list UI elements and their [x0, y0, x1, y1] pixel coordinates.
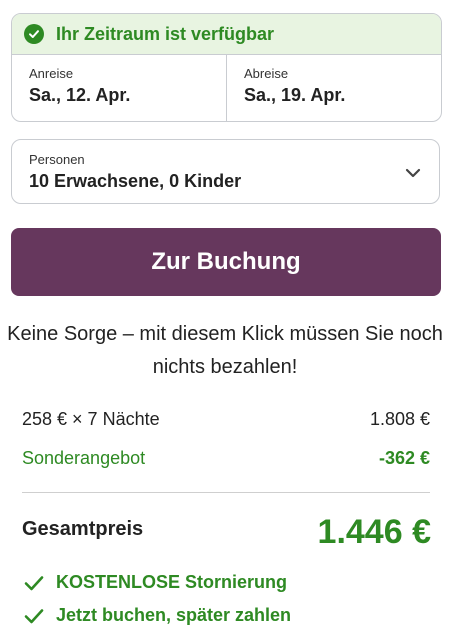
- benefit-free-cancellation: KOSTENLOSE Stornierung: [24, 572, 287, 593]
- benefit-text: Jetzt buchen, später zahlen: [56, 605, 292, 625]
- persons-value: 10 Erwachsene, 0 Kinder: [29, 171, 242, 191]
- booking-button[interactable]: Zur Buchung: [11, 228, 441, 296]
- availability-text: Ihr Zeitraum ist verfügbar: [56, 23, 275, 44]
- nights-price-label: 258 € × 7 Nächte: [22, 409, 160, 429]
- total-price-amount: 1.446 €: [317, 513, 431, 551]
- special-offer-label: Sonderangebot: [22, 448, 146, 468]
- special-offer-row: Sonderangebot -362 €: [22, 448, 430, 469]
- arrival-value: Sa., 12. Apr.: [29, 85, 131, 105]
- chevron-down-icon: [405, 165, 421, 183]
- persons-select[interactable]: Personen 10 Erwachsene, 0 Kinder: [11, 139, 440, 204]
- benefit-text: KOSTENLOSE Stornierung: [56, 572, 288, 592]
- total-price-label: Gesamtpreis: [22, 518, 144, 540]
- departure-label: Abreise: [244, 66, 289, 81]
- nights-price-amount: 1.808 €: [369, 409, 430, 429]
- persons-label: Personen: [29, 152, 85, 167]
- availability-banner: Ihr Zeitraum ist verfügbar: [12, 14, 441, 55]
- checkmark-icon: [24, 608, 44, 623]
- benefit-book-now-pay-later: Jetzt buchen, später zahlen: [24, 605, 291, 626]
- divider: [22, 492, 430, 493]
- arrival-date-field[interactable]: Anreise Sa., 12. Apr.: [12, 55, 226, 121]
- check-circle-icon: [24, 24, 44, 44]
- special-offer-amount: -362 €: [378, 448, 430, 468]
- availability-date-card: Ihr Zeitraum ist verfügbar Anreise Sa., …: [11, 13, 442, 122]
- arrival-label: Anreise: [29, 66, 74, 81]
- nights-price-row: 258 € × 7 Nächte 1.808 €: [22, 409, 430, 430]
- checkmark-icon: [24, 575, 44, 590]
- date-range: Anreise Sa., 12. Apr. Abreise Sa., 19. A…: [12, 55, 441, 121]
- departure-date-field[interactable]: Abreise Sa., 19. Apr.: [226, 55, 441, 121]
- payment-notice: Keine Sorge – mit diesem Klick müssen Si…: [7, 323, 443, 378]
- booking-panel: Ihr Zeitraum ist verfügbar Anreise Sa., …: [0, 0, 450, 640]
- departure-value: Sa., 19. Apr.: [244, 85, 346, 105]
